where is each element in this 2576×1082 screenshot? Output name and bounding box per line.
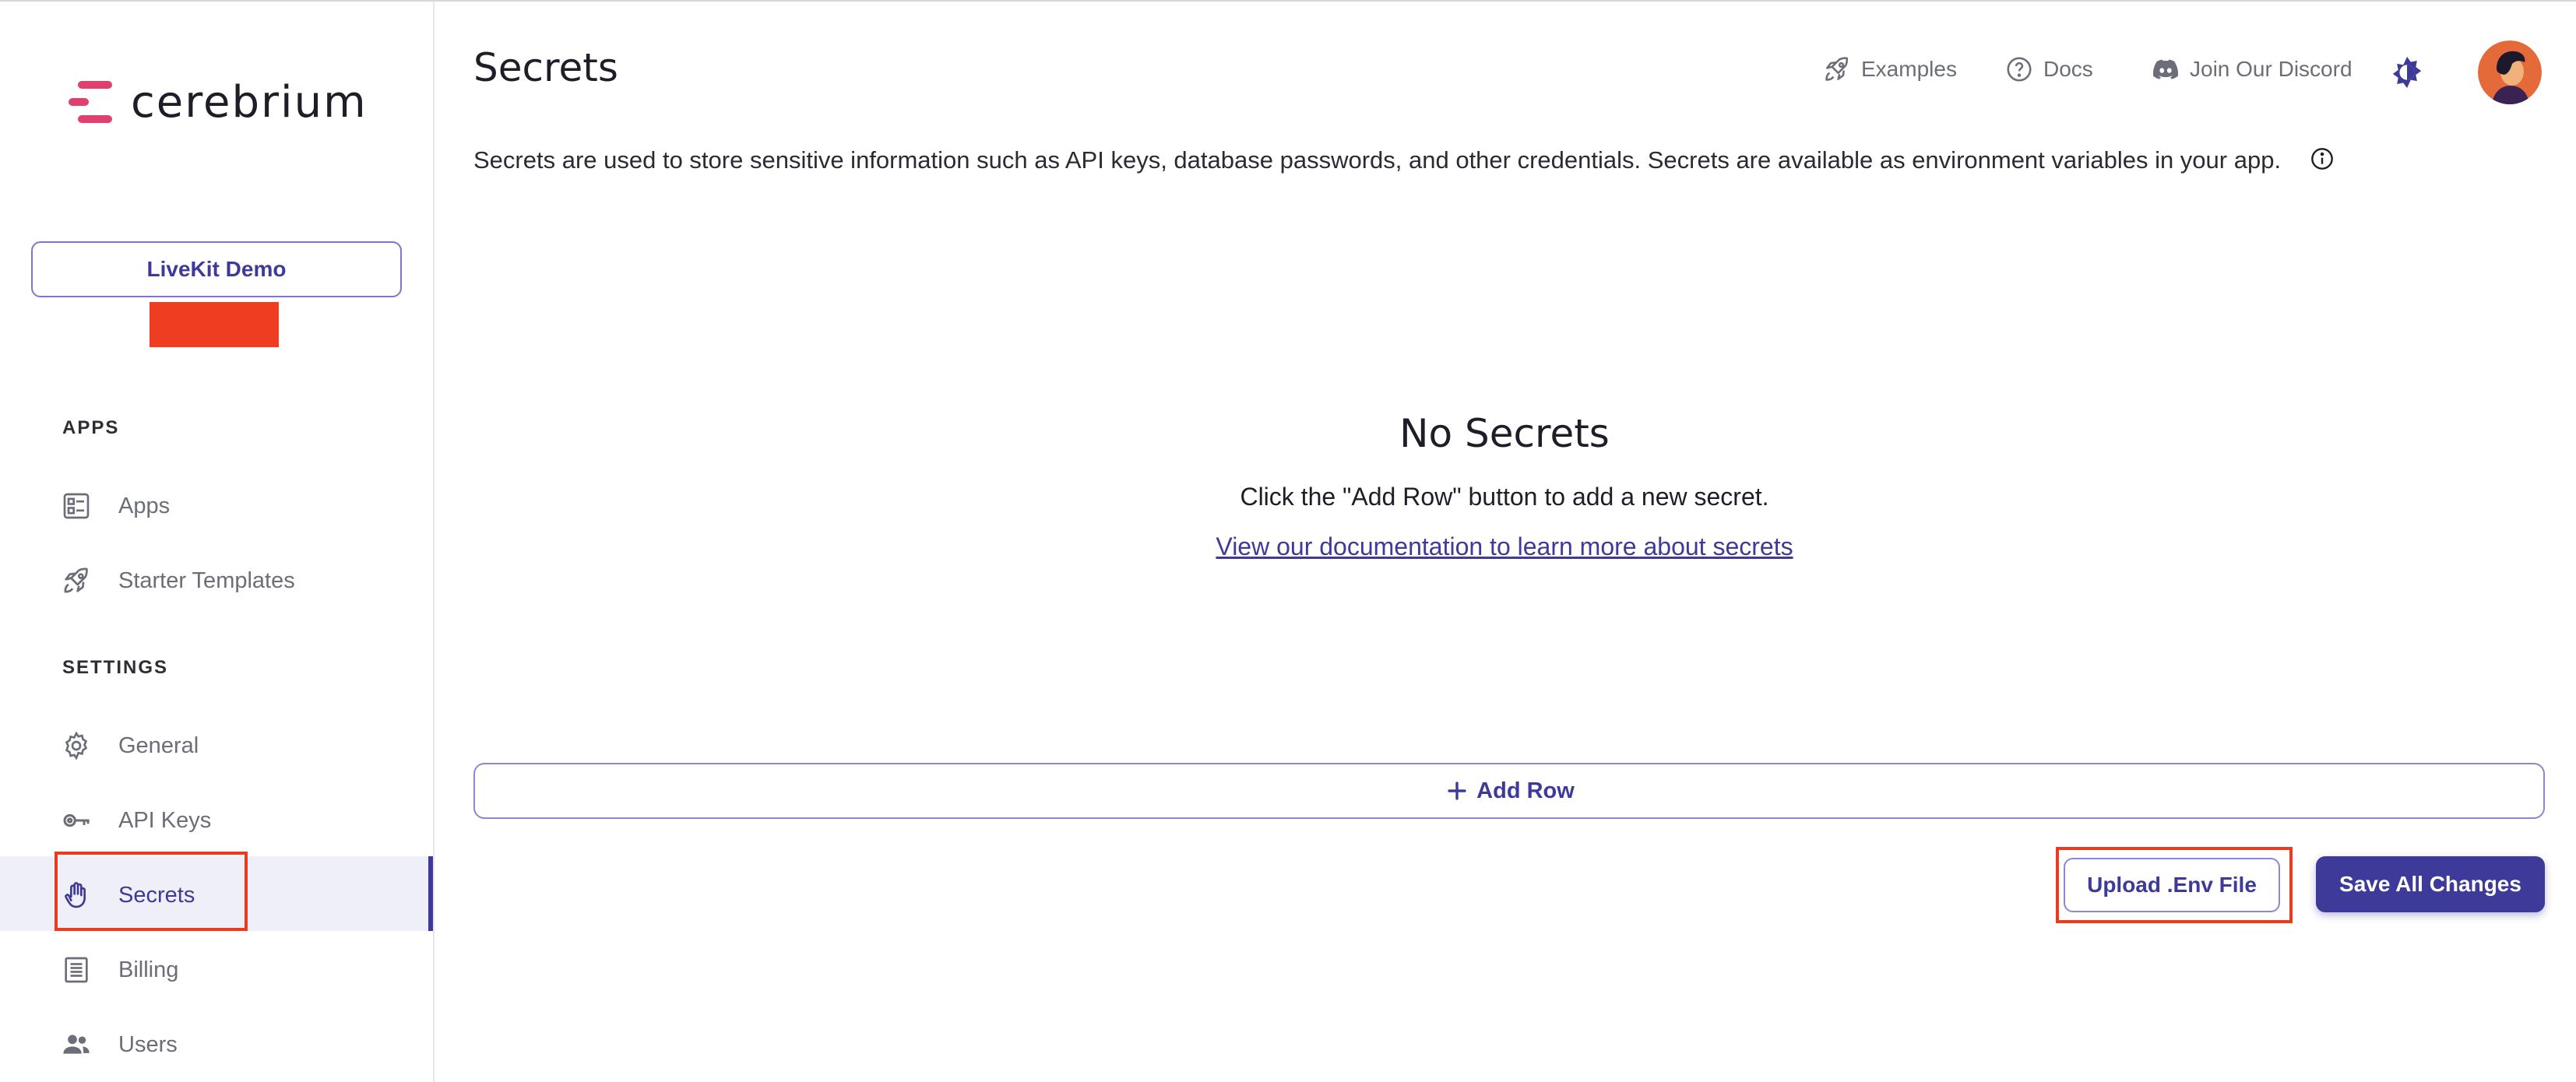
apps-list-icon	[63, 493, 90, 519]
sidebar-item-label: Apps	[118, 494, 171, 518]
sidebar-item-users[interactable]: Users	[0, 1006, 433, 1080]
nav-discord-link[interactable]: Join Our Discord	[2151, 54, 2353, 84]
page-title: Secrets	[473, 45, 618, 90]
plus-icon	[1448, 782, 1466, 800]
documentation-link[interactable]: View our documentation to learn more abo…	[1216, 532, 1793, 560]
receipt-icon	[65, 957, 88, 983]
sidebar-item-label: API Keys	[118, 808, 212, 833]
sidebar-item-label: Starter Templates	[118, 568, 295, 593]
user-avatar[interactable]	[2478, 40, 2542, 104]
page-description: Secrets are used to store sensitive info…	[473, 146, 2282, 174]
project-selector-button[interactable]: LiveKit Demo	[31, 241, 402, 297]
nav-discord-label: Join Our Discord	[2190, 57, 2353, 81]
sidebar-item-general[interactable]: General	[0, 707, 433, 782]
sidebar-item-label: Users	[118, 1032, 178, 1057]
theme-toggle-icon[interactable]	[2389, 54, 2425, 90]
active-indicator	[428, 856, 433, 931]
save-all-changes-button[interactable]: Save All Changes	[2316, 856, 2545, 912]
cerebrium-logo-icon	[69, 81, 112, 123]
highlight-box-upload	[2056, 847, 2293, 923]
brand-name: cerebrium	[131, 76, 368, 128]
gear-icon	[65, 731, 88, 761]
nav-docs-link[interactable]: Docs	[2004, 54, 2093, 84]
nav-examples-label: Examples	[1861, 57, 1957, 81]
rocket-icon	[64, 567, 88, 593]
highlight-box-secrets	[55, 852, 248, 931]
sidebar-item-api-keys[interactable]: API Keys	[0, 782, 433, 856]
sidebar-item-billing[interactable]: Billing	[0, 931, 433, 1006]
rocket-icon	[1825, 57, 1849, 81]
sidebar-item-label: Billing	[118, 957, 179, 982]
sidebar-item-starter-templates[interactable]: Starter Templates	[0, 542, 433, 617]
sidebar-item-apps[interactable]: Apps	[0, 467, 433, 542]
section-label-settings: SETTINGS	[62, 657, 169, 678]
redaction-block	[150, 302, 279, 347]
brand-logo[interactable]: cerebrium	[67, 76, 368, 128]
nav-docs-label: Docs	[2043, 57, 2093, 81]
sidebar-item-label: General	[118, 733, 199, 758]
add-row-button[interactable]: Add Row	[473, 763, 2545, 819]
empty-state-title: No Secrets	[1399, 411, 1610, 456]
add-row-label: Add Row	[1476, 778, 1575, 803]
info-icon[interactable]	[2310, 146, 2335, 171]
section-label-apps: APPS	[62, 417, 120, 438]
users-icon	[63, 1035, 90, 1054]
discord-icon	[2153, 59, 2179, 79]
nav-examples-link[interactable]: Examples	[1822, 54, 1957, 84]
key-icon	[63, 813, 90, 827]
empty-state-subtitle: Click the "Add Row" button to add a new …	[1240, 483, 1769, 511]
empty-state-link-wrap: View our documentation to learn more abo…	[433, 532, 2576, 561]
avatar-illustration-icon	[2478, 40, 2542, 104]
question-circle-icon	[2007, 57, 2032, 82]
